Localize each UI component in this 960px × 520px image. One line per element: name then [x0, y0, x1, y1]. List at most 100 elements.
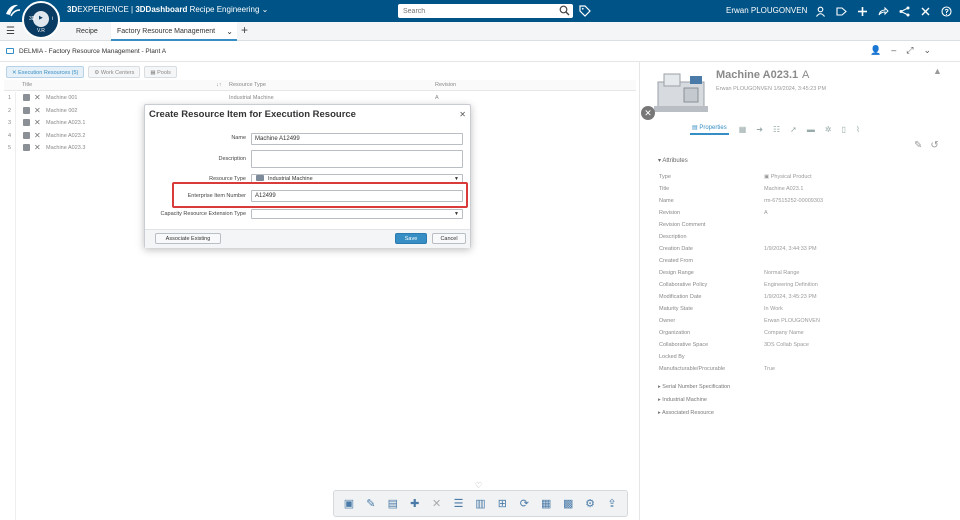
industrial-machine-icon — [256, 175, 264, 181]
collapsed-sections: ▸ Serial Number Specification ▸ Industri… — [658, 384, 730, 423]
chevron-down-icon[interactable]: ⌄ — [262, 5, 269, 14]
attributes-header[interactable]: ▾ Attributes — [658, 157, 688, 164]
brand-strong: 3D — [67, 5, 78, 14]
section-serial-number[interactable]: ▸ Serial Number Specification — [658, 384, 730, 397]
attribute-row: Revision Comment — [659, 222, 949, 234]
maximize-icon[interactable]: ⤢ — [906, 45, 913, 56]
toolbar-handle-icon[interactable]: ♡ — [475, 481, 482, 490]
close-icon[interactable]: ✕ — [459, 110, 466, 119]
edit-icon[interactable]: ✎ — [364, 497, 378, 511]
attribute-row: Locked By — [659, 354, 949, 366]
tab-factory-resource-management[interactable]: Factory Resource Management ⌄ — [111, 22, 237, 41]
tag-icon[interactable] — [579, 5, 591, 17]
attr-value-text: Physical Product — [770, 174, 812, 180]
attribute-row: Title Machine A023.1 — [659, 186, 949, 198]
attr-value: 3DS Collab Space — [764, 342, 809, 348]
compass-label-i: i — [52, 16, 54, 22]
attribute-row: Design Range Normal Range — [659, 270, 949, 282]
menu-icon[interactable]: ☰ — [6, 26, 15, 37]
save-button[interactable]: Save — [395, 233, 427, 244]
dashboard-name: Recipe Engineering — [189, 5, 260, 14]
resource-icon — [23, 144, 30, 151]
tag-icon[interactable] — [833, 3, 849, 19]
name-field[interactable]: Machine A12499 — [251, 133, 463, 145]
associate-existing-button[interactable]: Associate Existing — [155, 233, 221, 244]
attr-value: rm-67515252-00009303 — [764, 198, 824, 204]
subtab-pools[interactable]: ▦ Pools — [144, 66, 177, 78]
section-associated-resource[interactable]: ▸ Associated Resource — [658, 410, 730, 423]
sync-icon[interactable]: ⟳ — [517, 497, 531, 511]
help-icon[interactable] — [938, 3, 954, 19]
resource-icon — [23, 119, 30, 126]
collapse-icon[interactable]: ▲ — [933, 66, 942, 76]
undo-icon[interactable]: ↺ — [930, 140, 938, 151]
user-settings-icon[interactable]: 👤 — [870, 45, 881, 56]
add-tab-icon[interactable]: + — [241, 23, 248, 37]
attr-key: Type — [659, 174, 671, 180]
share-icon[interactable] — [875, 3, 891, 19]
tools-icon: ✕ — [34, 93, 41, 102]
tab-recipe[interactable]: Recipe — [70, 22, 104, 41]
delete-icon[interactable]: ✕ — [430, 497, 444, 511]
gear-icon[interactable]: ⚙ — [583, 497, 597, 511]
capacity-extension-select[interactable]: ▼ — [251, 209, 463, 219]
connect-icon[interactable] — [896, 3, 912, 19]
table-settings-icon[interactable]: ▩ — [561, 497, 575, 511]
sort-icon[interactable]: ↓↑ — [216, 82, 222, 88]
document-icon[interactable]: ▯ — [842, 125, 846, 134]
subtab-execution-resources[interactable]: ✕ Execution Resources (5) — [6, 66, 85, 78]
tab-label: Properties — [699, 124, 727, 131]
widget-title: DELMIA - Factory Resource Management - P… — [19, 48, 167, 55]
add-icon[interactable]: ✚ — [408, 497, 422, 511]
tab-properties[interactable]: ▤ Properties — [690, 124, 729, 135]
list-icon[interactable]: ☰ — [452, 497, 466, 511]
table-row[interactable]: 1 ✕ Machine 001 Industrial Machine A — [4, 92, 636, 105]
minimize-icon[interactable]: – — [891, 45, 896, 56]
column-title[interactable]: Title — [22, 82, 32, 88]
section-label: Industrial Machine — [662, 397, 707, 403]
insert-icon[interactable]: ⊞ — [495, 497, 509, 511]
comment-icon[interactable]: ▬ — [807, 125, 815, 134]
properties-panel: ✕ Machine A023.1 A Erwan PLOUGONVEN 1/9/… — [639, 62, 960, 520]
arrow-icon[interactable]: ➜ — [756, 125, 763, 134]
user-icon[interactable] — [812, 3, 828, 19]
attr-key: Modification Date — [659, 294, 702, 300]
search-input[interactable] — [398, 4, 553, 18]
user-name[interactable]: Erwan PLOUGONVEN — [726, 6, 807, 15]
list-icon[interactable]: ☷ — [773, 125, 780, 134]
subtab-work-centers[interactable]: ⚙ Work Centers — [88, 66, 141, 78]
row-title: Machine 002 — [46, 107, 78, 114]
plus-icon[interactable] — [854, 3, 870, 19]
column-resource-type[interactable]: Resource Type — [229, 82, 266, 88]
attachment-icon[interactable]: ⌇ — [856, 125, 860, 134]
brand-title[interactable]: 3DEXPERIENCE | 3DDashboard Recipe Engine… — [67, 5, 268, 14]
share-icon[interactable]: ➚ — [790, 125, 797, 134]
export-icon[interactable]: ⇪ — [605, 497, 619, 511]
section-industrial-machine[interactable]: ▸ Industrial Machine — [658, 397, 730, 410]
attr-value: Normal Range — [764, 270, 800, 276]
dialog-title: Create Resource Item for Execution Resou… — [149, 109, 356, 120]
column-revision[interactable]: Revision — [435, 82, 456, 88]
document-icon[interactable]: ▤ — [386, 497, 400, 511]
attribute-row: Revision A — [659, 210, 949, 222]
package-icon[interactable]: ▦ — [539, 497, 553, 511]
row-title: Machine A023.3 — [46, 145, 86, 151]
description-field[interactable] — [251, 150, 463, 168]
attr-value: ▣ Physical Product — [764, 174, 812, 180]
calendar-icon[interactable]: ▦ — [739, 125, 747, 134]
cancel-button[interactable]: Cancel — [432, 233, 466, 244]
compass-icon[interactable]: 3D ▶ i V.R — [22, 1, 60, 39]
report-icon[interactable]: ▥ — [473, 497, 487, 511]
search-box[interactable] — [398, 4, 573, 18]
cube-icon[interactable]: ▣ — [342, 497, 356, 511]
section-label: Serial Number Specification — [662, 384, 731, 390]
tools-icon[interactable] — [917, 3, 933, 19]
search-icon[interactable] — [559, 5, 570, 16]
chevron-down-icon[interactable]: ⌄ — [226, 22, 233, 41]
chevron-down-icon[interactable]: ⌄ — [923, 45, 931, 56]
edit-icon[interactable]: ✎ — [914, 140, 922, 151]
tab-row: ☰ Recipe Factory Resource Management ⌄ + — [0, 22, 960, 41]
network-icon[interactable]: ✲ — [825, 125, 832, 134]
object-revision: A — [802, 69, 810, 81]
close-icon[interactable]: ✕ — [641, 106, 655, 120]
